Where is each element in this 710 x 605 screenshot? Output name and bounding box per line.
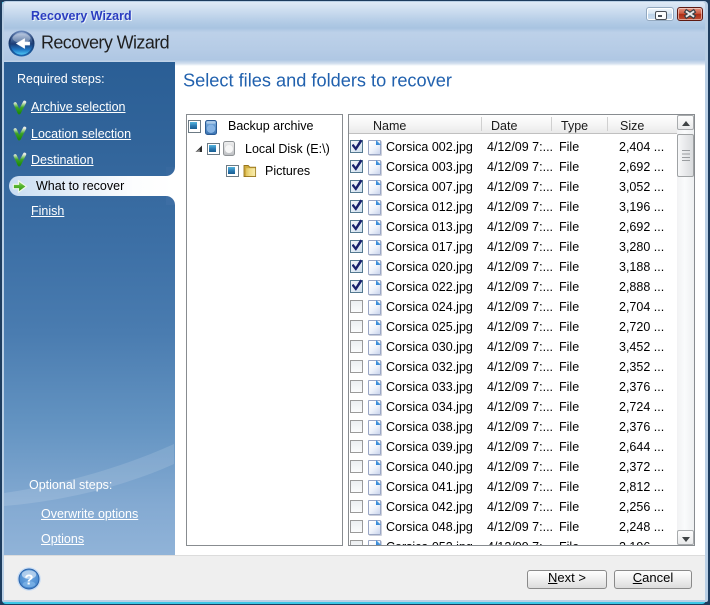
svg-text:?: ? [24,572,33,589]
